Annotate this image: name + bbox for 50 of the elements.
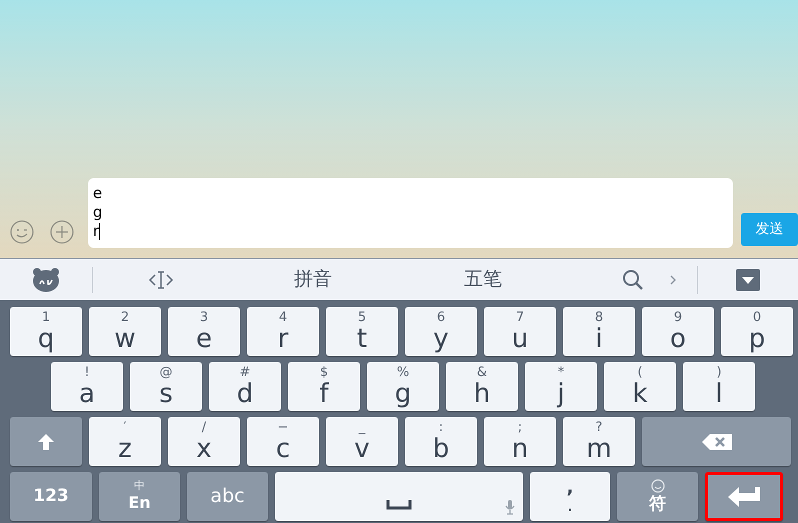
shift-arrow-icon — [36, 432, 56, 452]
shift-key[interactable] — [10, 417, 82, 466]
microphone-icon — [505, 499, 515, 515]
backspace-icon — [700, 432, 732, 450]
punctuation-key[interactable]: , . — [530, 472, 610, 521]
input-text-line: g — [92, 203, 104, 222]
bear-logo-icon[interactable] — [32, 266, 60, 292]
key[interactable]: * j — [525, 362, 597, 411]
key[interactable]: _ v — [326, 417, 398, 466]
input-text-line: r — [92, 222, 101, 241]
key[interactable]: 0 p — [721, 307, 793, 356]
key[interactable]: ) l — [683, 362, 755, 411]
message-input-field[interactable]: e g r — [88, 178, 734, 248]
plus-icon[interactable] — [50, 220, 74, 244]
key[interactable]: 3 e — [168, 307, 240, 356]
key[interactable]: 9 o — [642, 307, 714, 356]
input-method-tab[interactable]: 拼音 — [228, 265, 398, 294]
key[interactable]: 6 y — [405, 307, 477, 356]
key[interactable]: & h — [446, 362, 518, 411]
enter-key[interactable] — [705, 472, 783, 521]
text-cursor — [98, 223, 100, 240]
smiley-icon — [650, 478, 664, 492]
backspace-key[interactable] — [642, 417, 791, 466]
input-method-tab[interactable]: 五笔 — [398, 265, 568, 294]
key[interactable]: ! a — [51, 362, 123, 411]
key[interactable]: ? m — [563, 417, 635, 466]
search-icon[interactable] — [622, 268, 644, 290]
key[interactable]: / x — [168, 417, 240, 466]
key[interactable]: 8 i — [563, 307, 635, 356]
key[interactable]: ; n — [484, 417, 556, 466]
key[interactable]: % g — [367, 362, 439, 411]
key[interactable]: 7 u — [484, 307, 556, 356]
chevron-right-icon[interactable] — [670, 274, 676, 284]
key[interactable]: 5 t — [326, 307, 398, 356]
key[interactable]: $ f — [288, 362, 360, 411]
collapse-keyboard-icon[interactable] — [736, 268, 760, 290]
enter-arrow-icon — [727, 486, 761, 508]
input-text-line: e — [92, 184, 104, 203]
key[interactable]: 4 r — [247, 307, 319, 356]
key[interactable]: 1 q — [10, 307, 82, 356]
key[interactable]: − c — [247, 417, 319, 466]
text-cursor-icon[interactable] — [148, 270, 174, 290]
key[interactable]: : b — [405, 417, 477, 466]
key[interactable]: 2 w — [89, 307, 161, 356]
key[interactable]: # d — [209, 362, 281, 411]
space-icon — [386, 500, 412, 510]
smiley-icon[interactable] — [10, 220, 34, 244]
key[interactable]: ( k — [604, 362, 676, 411]
key[interactable]: ′ z — [89, 417, 161, 466]
key[interactable]: @ s — [130, 362, 202, 411]
